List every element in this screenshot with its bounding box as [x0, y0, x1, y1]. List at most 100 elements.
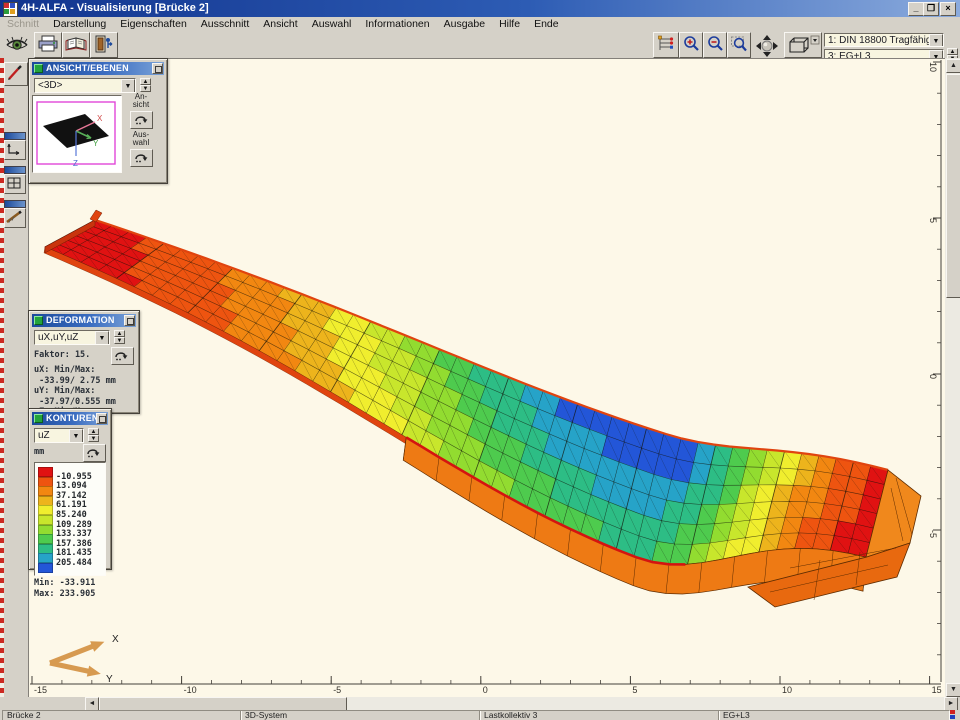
- menu-item-eigenschaften[interactable]: Eigenschaften: [113, 17, 194, 32]
- status-loadset: Lastkollektiv 3: [479, 710, 720, 720]
- app-icon: [3, 2, 18, 17]
- deformation-spinner[interactable]: ▲▼: [114, 330, 125, 345]
- legend-swatch: [38, 496, 53, 506]
- view-spinner[interactable]: ▲▼: [140, 78, 151, 93]
- zoom-in-button[interactable]: [679, 32, 703, 58]
- legend-value: -10.955: [56, 472, 92, 482]
- menu-item-ausschnitt[interactable]: Ausschnitt: [194, 17, 256, 32]
- faktor-label: Faktor: 15.: [34, 350, 90, 361]
- legend-value: 37.142: [56, 491, 87, 501]
- apply-konturen-button[interactable]: [83, 444, 106, 462]
- left-toolbar-strip: [0, 58, 28, 710]
- maximize-button[interactable]: ❐: [923, 2, 939, 16]
- edit-pencil-button[interactable]: [4, 62, 28, 86]
- minimized-panel-grid[interactable]: [4, 166, 26, 194]
- zoom-window-button[interactable]: [727, 32, 751, 58]
- apply-selection-button[interactable]: [130, 149, 153, 167]
- legend-swatch: [38, 515, 53, 525]
- panel-konturen: KONTUREN uZ ▼ ▲▼ mm -10.95513.09437.1426…: [28, 408, 112, 570]
- legend-swatch: [38, 525, 53, 535]
- scroll-down-icon[interactable]: ▼: [946, 683, 960, 697]
- konturen-spinner[interactable]: ▲▼: [88, 428, 99, 443]
- menu-item-auswahl[interactable]: Auswahl: [305, 17, 359, 32]
- menu-item-ausgabe[interactable]: Ausgabe: [437, 17, 492, 32]
- menu-item-ansicht[interactable]: Ansicht: [256, 17, 304, 32]
- eye-icon[interactable]: [4, 32, 30, 56]
- menu-item-ende[interactable]: Ende: [527, 17, 566, 32]
- panel-deformation: DEFORMATION uX,uY,uZ ▼ ▲▼ Faktor: 15. uX…: [28, 310, 140, 414]
- norm-combo[interactable]: 1: DIN 18800 Tragfähigkeit (Th ▼: [824, 33, 944, 47]
- panel-ansicht-ebenen: ANSICHT/EBENEN <3D> ▼ ▲▼ X Y Z: [28, 58, 168, 184]
- panel-close-icon[interactable]: [152, 63, 163, 74]
- panel-icon: [34, 316, 43, 325]
- book-button[interactable]: [62, 32, 90, 58]
- menu-item-schnitt: Schnitt: [0, 17, 46, 32]
- view-cube-button[interactable]: [784, 32, 822, 58]
- zoom-out-button[interactable]: [703, 32, 727, 58]
- axis-y-label: Y: [93, 139, 99, 148]
- legend-value: 157.386: [56, 539, 92, 549]
- title-bar[interactable]: 4H-ALFA - Visualisierung [Brücke 2] _ ❐ …: [0, 0, 960, 17]
- minimize-button[interactable]: _: [908, 2, 924, 16]
- deformation-combo[interactable]: uX,uY,uZ ▼: [34, 330, 110, 345]
- minimized-panel-measure[interactable]: [4, 200, 26, 228]
- legend-swatch: [38, 563, 53, 573]
- view-combo[interactable]: <3D> ▼: [34, 78, 136, 93]
- deformation-row-value: -33.99/ 2.75 mm: [34, 376, 136, 387]
- deformation-combo-dropdown-icon[interactable]: ▼: [95, 331, 109, 345]
- konturen-combo[interactable]: uZ ▼: [34, 428, 84, 443]
- axis-x-label: X: [97, 114, 103, 123]
- scroll-left-icon[interactable]: ◄: [85, 697, 99, 711]
- legend-value: 109.289: [56, 520, 92, 530]
- norm-combo-dropdown-icon[interactable]: ▼: [929, 34, 943, 47]
- legend-value: 13.094: [56, 481, 87, 491]
- axis-z-label: Z: [73, 159, 78, 168]
- panel-close-icon[interactable]: [96, 413, 107, 424]
- menu-item-hilfe[interactable]: Hilfe: [492, 17, 527, 32]
- vertical-scrollbar[interactable]: ▲ ▼: [945, 58, 960, 697]
- close-button[interactable]: ×: [940, 2, 956, 16]
- panel-deformation-titlebar[interactable]: DEFORMATION: [32, 314, 136, 327]
- menu-bar: SchnittDarstellungEigenschaftenAusschnit…: [0, 17, 960, 33]
- scroll-right-icon[interactable]: ►: [944, 697, 958, 711]
- application-window: 4H-ALFA - Visualisierung [Brücke 2] _ ❐ …: [0, 0, 960, 720]
- legend-swatch: [38, 553, 53, 563]
- panel-konturen-titlebar[interactable]: KONTUREN: [32, 412, 108, 425]
- legend-swatch: [38, 534, 53, 544]
- vertical-scroll-thumb[interactable]: [946, 74, 960, 298]
- legend-value: 181.435: [56, 548, 92, 558]
- minimized-panel-axes[interactable]: [4, 132, 26, 160]
- horizontal-scrollbar[interactable]: ◄ ►: [85, 697, 958, 710]
- status-system: 3D-System: [240, 710, 481, 720]
- status-indicator-icon: [948, 710, 957, 719]
- scroll-up-icon[interactable]: ▲: [946, 59, 960, 73]
- legend-value: 61.191: [56, 500, 87, 510]
- panel-ansicht-titlebar[interactable]: ANSICHT/EBENEN: [32, 62, 164, 75]
- panel-close-icon[interactable]: [124, 315, 135, 326]
- konturen-combo-dropdown-icon[interactable]: ▼: [69, 429, 83, 443]
- panel-icon: [34, 414, 43, 423]
- menu-item-darstellung[interactable]: Darstellung: [46, 17, 113, 32]
- horizontal-scroll-thumb[interactable]: [99, 697, 347, 711]
- status-model: Brücke 2: [2, 710, 242, 720]
- legend-swatch: [38, 477, 53, 487]
- legend-swatch: [38, 505, 53, 515]
- legend-swatch: [38, 467, 53, 477]
- pan-navigation-pad[interactable]: [752, 32, 782, 56]
- legend-max: Max: 233.905: [34, 589, 108, 600]
- view-preview[interactable]: X Y Z: [32, 95, 122, 173]
- display-tree-button[interactable]: [653, 32, 679, 58]
- exit-door-button[interactable]: [90, 32, 118, 58]
- menu-item-informationen[interactable]: Informationen: [358, 17, 436, 32]
- apply-deformation-button[interactable]: [111, 347, 134, 365]
- print-button[interactable]: [34, 32, 62, 58]
- legend-value: 205.484: [56, 558, 92, 568]
- status-bar: Brücke 2 3D-System Lastkollektiv 3 EG+L3: [0, 710, 960, 720]
- apply-view-button[interactable]: [130, 111, 153, 129]
- deformation-row-label: uX: Min/Max:: [34, 365, 136, 376]
- deformation-row-value: -37.97/0.555 mm: [34, 397, 136, 408]
- legend-swatch: [38, 544, 53, 554]
- legend-value: 133.337: [56, 529, 92, 539]
- toolbar: 1: DIN 18800 Tragfähigkeit (Th ▼ 3: EG+L…: [0, 32, 960, 58]
- view-combo-dropdown-icon[interactable]: ▼: [121, 79, 135, 93]
